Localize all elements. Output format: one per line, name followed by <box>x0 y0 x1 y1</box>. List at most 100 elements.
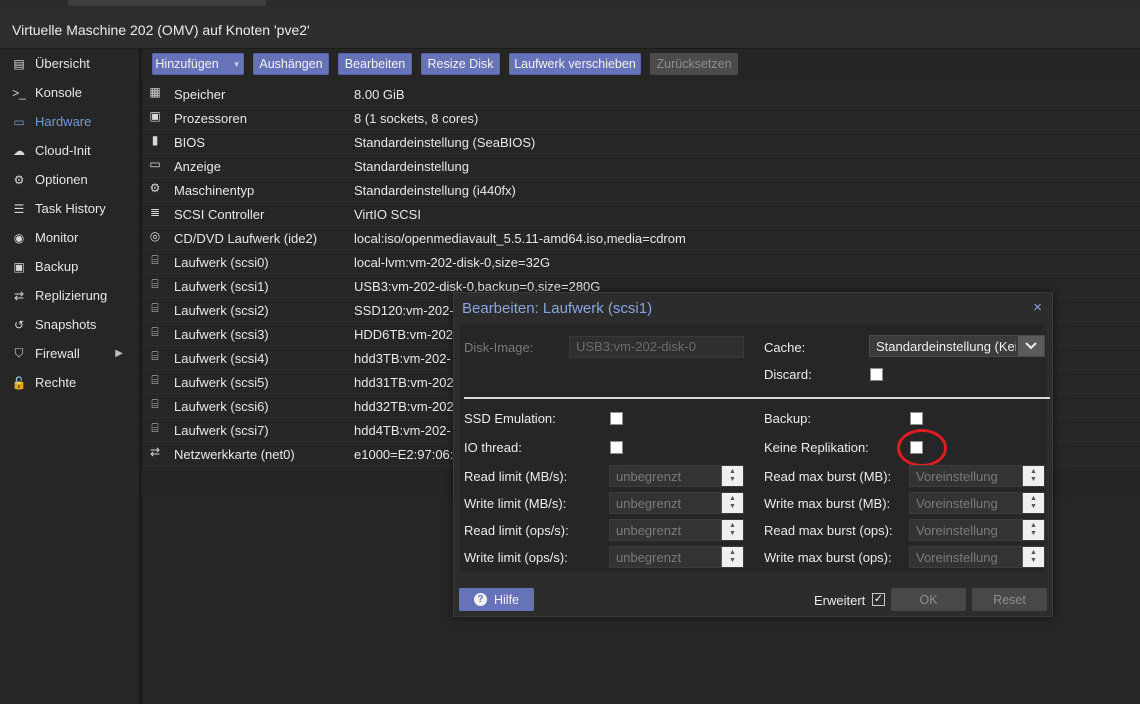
table-row[interactable]: ◎ CD/DVD Laufwerk (ide2) local:iso/openmed… <box>143 226 1140 250</box>
help-button[interactable]: ? Hilfe <box>459 588 534 611</box>
sidebar-item-label: Übersicht <box>35 56 90 71</box>
row-value: 8 (1 sockets, 8 cores) <box>354 111 479 126</box>
placeholder: unbegrenzt <box>616 469 682 484</box>
ssd-emulation-checkbox[interactable] <box>610 412 623 425</box>
spinner-icon[interactable]: ▲ ▼ <box>1022 493 1044 513</box>
backup-label: Backup: <box>764 411 811 426</box>
hdd-icon: ⌸ <box>151 277 159 291</box>
write-limit-input[interactable]: unbegrenzt ▲ ▼ <box>609 492 744 514</box>
add-button-label: Hinzufügen <box>155 57 219 71</box>
spinner-icon[interactable]: ▲ ▼ <box>1022 520 1044 540</box>
terminal-icon: >_ <box>12 85 26 100</box>
sidebar-item-label: Rechte <box>35 375 77 390</box>
table-row[interactable]: ▣ Prozessoren 8 (1 sockets, 8 cores) <box>143 106 1140 130</box>
spin-down-icon: ▼ <box>1030 503 1037 510</box>
row-value: HDD6TB:vm-202- <box>354 327 458 342</box>
spin-down-icon: ▼ <box>729 530 736 537</box>
dialog-header[interactable]: Bearbeiten: Laufwerk (scsi1) × <box>454 293 1052 323</box>
spinner-icon[interactable]: ▲ ▼ <box>721 493 743 513</box>
sidebar-item-rechte[interactable]: 🔓 Rechte <box>0 368 139 397</box>
table-row[interactable]: ⌸ Laufwerk (scsi0) local-lvm:vm-202-disk-0… <box>143 250 1140 274</box>
chevron-down-icon[interactable] <box>1018 336 1044 356</box>
sidebar-item-monitor[interactable]: ◉ Monitor <box>0 223 139 252</box>
spinner-icon[interactable]: ▲ ▼ <box>721 520 743 540</box>
sidebar-item-hardware[interactable]: ▭ Hardware <box>0 107 139 136</box>
row-value: local-lvm:vm-202-disk-0,size=32G <box>354 255 551 270</box>
shield-icon: ⛉ <box>14 346 24 360</box>
spin-up-icon: ▲ <box>1030 468 1037 475</box>
spinner-icon[interactable]: ▲ ▼ <box>1022 547 1044 567</box>
sidebar-item-replizierung[interactable]: ⇄ Replizierung <box>0 281 139 310</box>
write-burst-input[interactable]: Voreinstellung ▲ ▼ <box>909 492 1045 514</box>
sidebar-item-backup[interactable]: ▣ Backup <box>0 252 139 281</box>
close-icon[interactable]: × <box>1033 299 1042 316</box>
hdd-icon: ⌸ <box>151 349 159 363</box>
dialog-body: Disk-Image: USB3:vm-202-disk-0 Cache: St… <box>460 323 1050 573</box>
spin-up-icon: ▲ <box>1030 495 1037 502</box>
table-row[interactable]: ⚙ Maschinentyp Standardeinstellung (i440fx… <box>143 178 1140 202</box>
spinner-icon[interactable]: ▲ ▼ <box>721 466 743 486</box>
resize-disk-button[interactable]: Resize Disk <box>421 53 500 75</box>
cloud-icon: ☁ <box>13 143 25 158</box>
sidebar-item-firewall[interactable]: ⛉ Firewall ▶ <box>0 339 139 368</box>
placeholder: unbegrenzt <box>616 523 682 538</box>
row-key: Netzwerkkarte (net0) <box>174 447 295 462</box>
read-burst-ops-input[interactable]: Voreinstellung ▲ ▼ <box>909 519 1045 541</box>
spin-up-icon: ▲ <box>1030 549 1037 556</box>
sidebar-item-uebersicht[interactable]: ▤ Übersicht <box>0 49 139 78</box>
revert-button[interactable]: Zurücksetzen <box>650 53 738 75</box>
write-ops-input[interactable]: unbegrenzt ▲ ▼ <box>609 546 744 568</box>
sidebar-item-label: Snapshots <box>35 317 97 332</box>
sidebar-item-optionen[interactable]: ⚙ Optionen <box>0 165 139 194</box>
expand-arrow-icon[interactable]: ▶ <box>115 348 123 359</box>
cache-select[interactable]: Standardeinstellung (Kei <box>869 335 1045 357</box>
add-button[interactable]: Hinzufügen ▼ <box>152 53 244 75</box>
discard-checkbox[interactable] <box>870 368 883 381</box>
hdd-icon: ⌸ <box>151 301 159 315</box>
detach-button[interactable]: Aushängen <box>253 53 329 75</box>
row-key: Speicher <box>174 87 226 102</box>
read-ops-input[interactable]: unbegrenzt ▲ ▼ <box>609 519 744 541</box>
row-key: BIOS <box>174 135 206 150</box>
exchange-icon: ⇄ <box>149 445 161 459</box>
sidebar-item-label: Firewall <box>35 346 80 361</box>
spinner-icon[interactable]: ▲ ▼ <box>721 547 743 567</box>
backup-checkbox[interactable] <box>910 412 923 425</box>
sidebar-item-konsole[interactable]: >_ Konsole <box>0 78 139 107</box>
move-disk-button[interactable]: Laufwerk verschieben <box>509 53 641 75</box>
row-key: Prozessoren <box>174 111 247 126</box>
spinner-icon[interactable]: ▲ ▼ <box>1022 466 1044 486</box>
row-value: local:iso/openmediavault_5.5.11-amd64.is… <box>354 231 686 246</box>
row-key: Laufwerk (scsi7) <box>174 423 269 438</box>
edit-button[interactable]: Bearbeiten <box>338 53 412 75</box>
advanced-label: Erweitert <box>814 593 866 608</box>
spin-down-icon: ▼ <box>1030 557 1037 564</box>
write-limit-label: Write limit (MB/s): <box>464 496 567 511</box>
row-key: CD/DVD Laufwerk (ide2) <box>174 231 318 246</box>
cogs-icon: ⚙ <box>149 181 161 195</box>
table-row[interactable]: ▮ BIOS Standardeinstellung (SeaBIOS) <box>143 130 1140 154</box>
read-burst-input[interactable]: Voreinstellung ▲ ▼ <box>909 465 1045 487</box>
sidebar-item-task-history[interactable]: ☰ Task History <box>0 194 139 223</box>
database-icon: ≣ <box>149 205 161 219</box>
reset-button[interactable]: Reset <box>972 588 1047 611</box>
ssd-emulation-label: SSD Emulation: <box>464 411 556 426</box>
table-row[interactable]: ▦ Speicher 8.00 GiB <box>143 82 1140 106</box>
edit-disk-dialog: Bearbeiten: Laufwerk (scsi1) × Disk-Imag… <box>453 292 1053 617</box>
io-thread-label: IO thread: <box>464 440 522 455</box>
row-value: Standardeinstellung (SeaBIOS) <box>354 135 536 150</box>
row-value: SSD120:vm-202- <box>354 303 454 318</box>
table-row[interactable]: ▭ Anzeige Standardeinstellung <box>143 154 1140 178</box>
row-value: VirtIO SCSI <box>354 207 421 222</box>
table-row[interactable]: ≣ SCSI Controller VirtIO SCSI <box>143 202 1140 226</box>
sidebar-item-snapshots[interactable]: ↺ Snapshots <box>0 310 139 339</box>
sidebar-item-cloud-init[interactable]: ☁ Cloud-Init <box>0 136 139 165</box>
advanced-checkbox[interactable]: ✓ <box>872 593 885 606</box>
read-limit-input[interactable]: unbegrenzt ▲ ▼ <box>609 465 744 487</box>
hdd-icon: ⌸ <box>151 253 159 267</box>
write-burst-ops-input[interactable]: Voreinstellung ▲ ▼ <box>909 546 1045 568</box>
ok-button[interactable]: OK <box>891 588 966 611</box>
sidebar-item-label: Hardware <box>35 114 92 129</box>
no-replication-checkbox[interactable] <box>910 441 923 454</box>
io-thread-checkbox[interactable] <box>610 441 623 454</box>
